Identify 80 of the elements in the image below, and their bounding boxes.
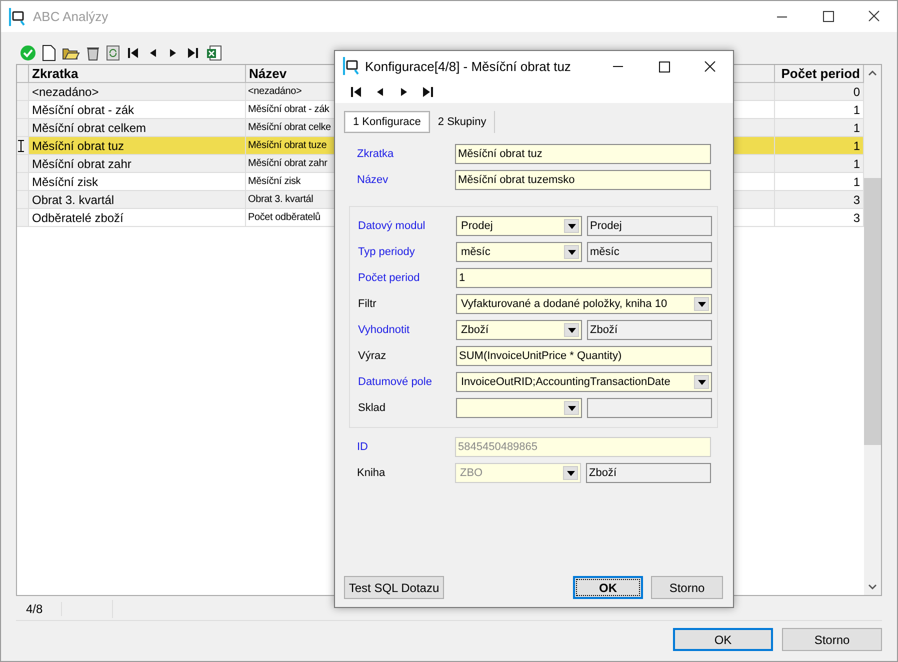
table-cell: 3 [775, 191, 864, 209]
text-field[interactable]: Měsíční obrat tuzemsko [455, 170, 711, 190]
corner-cell [17, 65, 29, 83]
dropdown-button[interactable] [564, 323, 579, 337]
dropdown-field[interactable]: Vyfakturované a dodané položky, kniha 10 [456, 294, 712, 314]
dropdown-field[interactable] [456, 398, 582, 418]
column-header[interactable]: Počet period [775, 65, 864, 83]
last-record-icon[interactable] [186, 46, 200, 60]
caret-icon [698, 380, 706, 384]
text-field[interactable]: Měsíční obrat tuz [455, 144, 711, 164]
cancel-button[interactable]: Storno [782, 628, 882, 651]
test-sql-button[interactable]: Test SQL Dotazu [344, 576, 444, 599]
field-value: InvoiceOutRID;AccountingTransactionDate [461, 376, 670, 388]
row-cursor-icon [17, 140, 25, 152]
scrollbar-thumb[interactable] [864, 178, 881, 445]
cancel-button[interactable]: Storno [651, 576, 723, 599]
field-label: Typ periody [358, 246, 416, 258]
refresh-icon[interactable] [106, 45, 120, 61]
table-cell: Měsíční obrat zahr [29, 155, 246, 173]
dropdown-field[interactable]: Zboží [456, 320, 582, 340]
field-label: Datumové pole [358, 376, 433, 388]
dropdown-field[interactable]: měsíc [456, 242, 582, 262]
ok-button[interactable]: OK [673, 628, 773, 651]
table-cell: 0 [775, 83, 864, 101]
field-label: Kniha [357, 467, 386, 479]
caret-icon [568, 250, 576, 254]
field-value: měsíc [461, 246, 490, 258]
field-label: Filtr [358, 298, 378, 310]
field-label: Sklad [358, 402, 387, 414]
table-cell: Odběratelé zboží [29, 209, 246, 227]
field-label: Výraz [358, 350, 388, 362]
tab[interactable]: 1 Konfigurace [344, 111, 430, 133]
check-icon[interactable] [20, 45, 36, 61]
caret-icon [568, 406, 576, 410]
readonly-field: Zboží [587, 320, 712, 340]
dropdown-button[interactable] [564, 245, 579, 259]
table-cell: <nezadáno> [29, 83, 246, 101]
table-cell: 1 [775, 119, 864, 137]
logo-icon [9, 8, 25, 26]
first-record-icon[interactable] [349, 85, 363, 99]
dropdown-field[interactable]: Prodej [456, 216, 582, 236]
last-record-icon[interactable] [421, 85, 435, 99]
caret-icon [568, 224, 576, 228]
field-label: ID [357, 441, 369, 453]
table-cell: Měsíční obrat celkem [29, 119, 246, 137]
ok-button[interactable]: OK [573, 576, 643, 599]
spreadsheet-icon[interactable] [206, 45, 222, 61]
dropdown-button[interactable] [694, 375, 709, 389]
dropdown-button[interactable] [564, 219, 579, 233]
field-label: Počet period [358, 272, 421, 284]
record-position: 4/8 [16, 602, 62, 616]
caret-icon [566, 470, 574, 476]
text-field[interactable]: SUM(InvoiceUnitPrice * Quantity) [456, 346, 712, 366]
field-value: ZBO [460, 467, 483, 479]
field-label: Vyhodnotit [358, 324, 411, 336]
logo-icon [343, 57, 359, 75]
caret-icon [568, 328, 576, 332]
table-cell: Měsíční obrat tuz [29, 137, 246, 155]
dropdown-button[interactable] [564, 401, 579, 415]
dialog-title: Konfigurace[4/8] - Měsíční obrat tuz [365, 58, 571, 74]
text-field[interactable]: 1 [456, 268, 712, 288]
new-document-icon[interactable] [42, 45, 56, 61]
table-cell: Obrat 3. kvartál [29, 191, 246, 209]
column-header[interactable]: Zkratka [29, 65, 246, 83]
row-header[interactable] [17, 137, 29, 155]
caret-icon [698, 302, 706, 306]
readonly-field: Zboží [586, 463, 711, 483]
dropdown-field[interactable]: InvoiceOutRID;AccountingTransactionDate [456, 372, 712, 392]
window-title: ABC Analýzy [33, 9, 108, 24]
field-value: Zboží [461, 324, 489, 336]
first-record-icon[interactable] [126, 46, 140, 60]
readonly-field: Prodej [587, 216, 712, 236]
trash-icon[interactable] [86, 45, 100, 61]
dropdown-button[interactable] [694, 297, 709, 311]
table-cell: 1 [775, 155, 864, 173]
field-value: Vyfakturované a dodané položky, kniha 10 [461, 298, 668, 310]
tab[interactable]: 2 Skupiny [430, 111, 496, 133]
table-cell: 1 [775, 137, 864, 155]
field-label: Název [357, 174, 390, 186]
readonly-field: měsíc [587, 242, 712, 262]
